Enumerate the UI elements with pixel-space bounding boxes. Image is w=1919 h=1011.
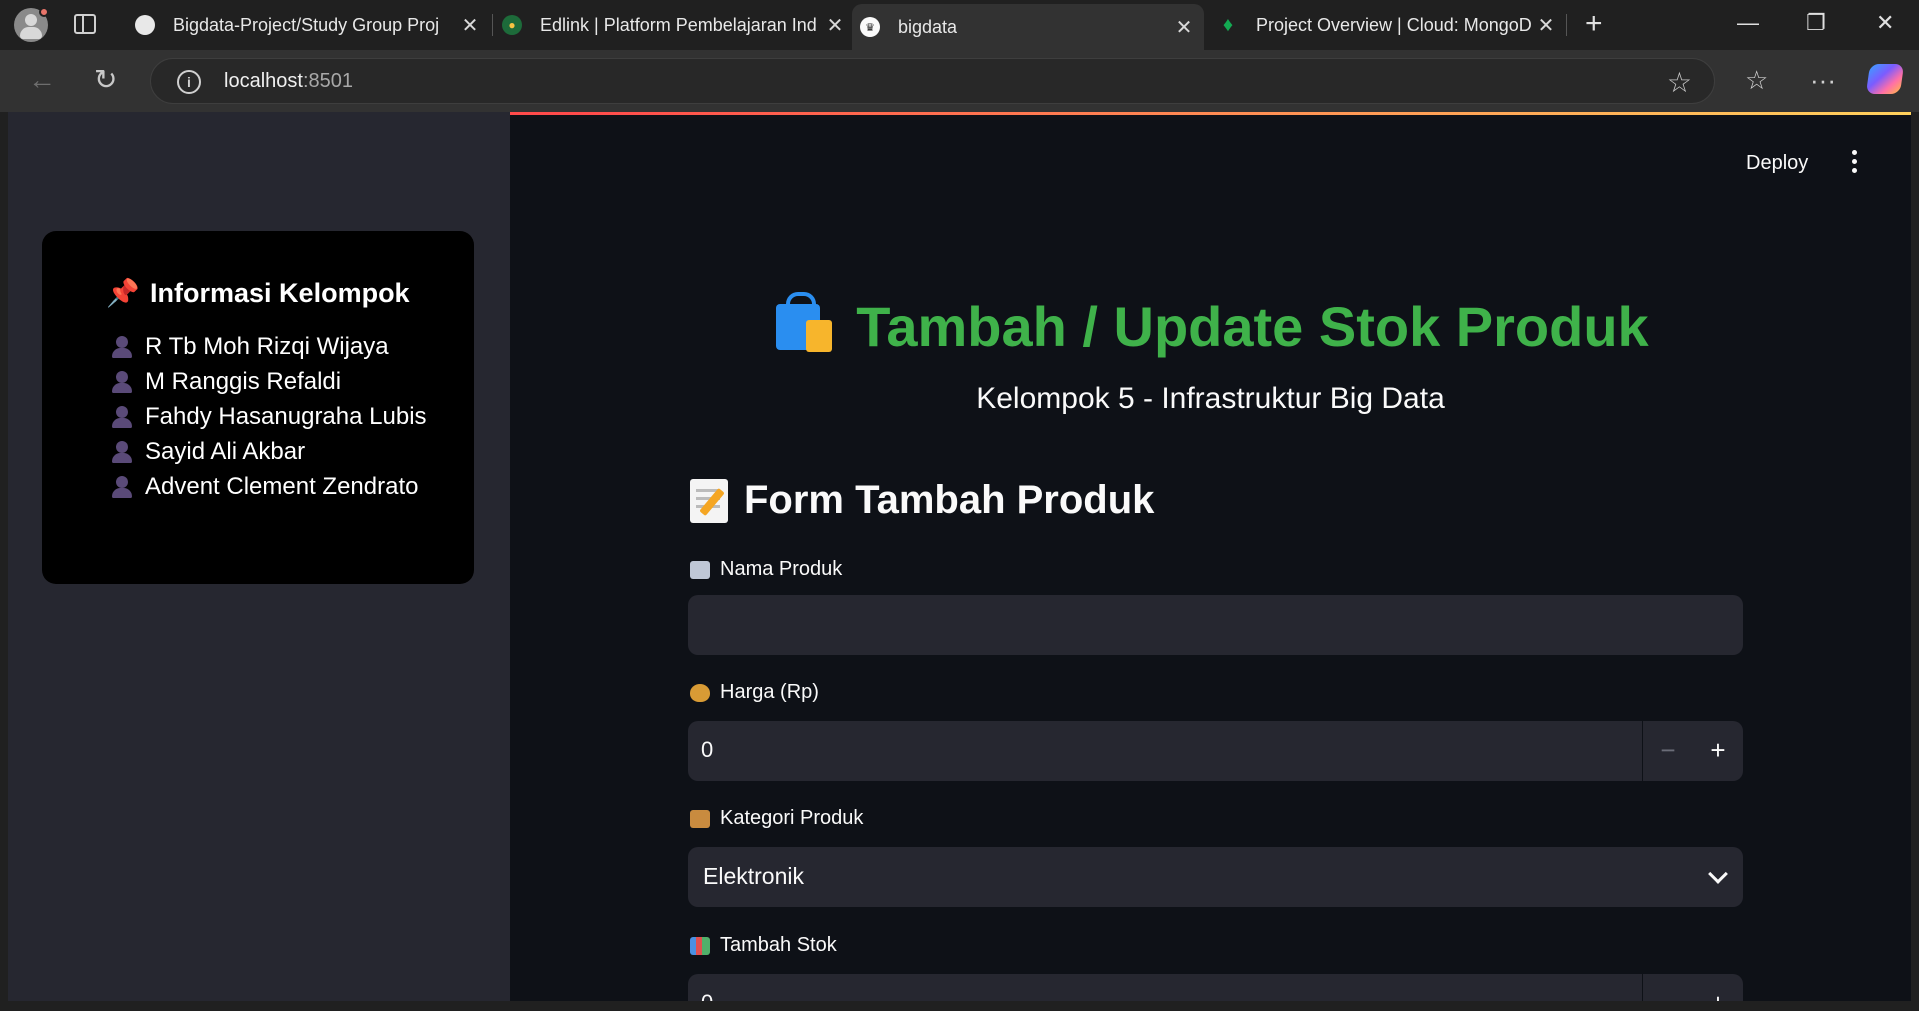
chevron-down-icon[interactable] <box>1708 864 1728 884</box>
nama-produk-input[interactable] <box>688 595 1743 655</box>
person-icon <box>111 335 133 359</box>
group-info-title: 📌 Informasi Kelompok <box>106 278 410 308</box>
reload-icon[interactable]: ↻ <box>94 64 117 96</box>
mongodb-icon: ♦ <box>1222 13 1234 36</box>
harga-decrement-button[interactable]: − <box>1643 721 1693 781</box>
package-icon <box>690 809 710 828</box>
member-item: Advent Clement Zendrato <box>111 473 418 501</box>
page-title: Tambah / Update Stok Produk <box>510 292 1911 359</box>
browser-tab-github[interactable]: Bigdata-Project/Study Group Proj ✕ <box>135 0 480 50</box>
streamlit-icon: ♛ <box>860 17 880 37</box>
person-icon <box>111 475 133 499</box>
main-menu-icon[interactable] <box>1847 150 1861 176</box>
browser-tab-strip: Bigdata-Project/Study Group Proj ✕ ● Edl… <box>0 0 1919 50</box>
tab-close-icon[interactable]: ✕ <box>1174 15 1194 40</box>
tab-actions-icon[interactable] <box>74 14 96 34</box>
stok-value[interactable]: 0 <box>701 990 713 1001</box>
harga-number-input[interactable]: 0 − + <box>688 721 1743 781</box>
browser-tab-mongodb[interactable]: ♦ Project Overview | Cloud: MongoD ✕ <box>1218 0 1556 50</box>
member-item: Sayid Ali Akbar <box>111 438 305 466</box>
site-info-icon[interactable]: i <box>177 70 201 94</box>
favorite-star-icon[interactable]: ☆ <box>1667 66 1692 99</box>
kategori-select[interactable]: Elektronik <box>688 847 1743 907</box>
tab-title: Bigdata-Project/Study Group Proj <box>173 14 440 35</box>
member-item: Fahdy Hasanugraha Lubis <box>111 403 427 431</box>
page-subtitle: Kelompok 5 - Infrastruktur Big Data <box>976 382 1445 415</box>
stok-increment-button[interactable]: + <box>1693 974 1743 1001</box>
tab-title: Project Overview | Cloud: MongoD <box>1256 14 1532 35</box>
profile-avatar-icon[interactable] <box>14 7 49 42</box>
tab-close-icon[interactable]: ✕ <box>460 13 480 38</box>
sidebar: 📌 Informasi Kelompok R Tb Moh Rizqi Wijay… <box>8 112 510 1001</box>
new-tab-plus-icon[interactable]: + <box>1585 9 1603 39</box>
tab-title: bigdata <box>898 16 958 37</box>
browser-tab-bigdata[interactable]: ♛ bigdata ✕ <box>852 4 1204 50</box>
more-options-icon[interactable]: ··· <box>1810 64 1836 96</box>
harga-value[interactable]: 0 <box>701 737 713 763</box>
tab-title: Edlink | Platform Pembelajaran Ind <box>540 14 817 35</box>
pushpin-icon: 📌 <box>106 278 141 308</box>
group-info-card: 📌 Informasi Kelompok R Tb Moh Rizqi Wijay… <box>42 231 474 584</box>
bar-chart-icon <box>690 936 710 955</box>
person-icon <box>111 370 133 394</box>
back-arrow-icon[interactable]: ← <box>28 64 56 96</box>
nama-produk-label: Nama Produk <box>690 558 842 581</box>
money-bag-icon <box>690 683 710 702</box>
browser-tab-edlink[interactable]: ● Edlink | Platform Pembelajaran Ind ✕ <box>502 0 845 50</box>
person-icon <box>111 440 133 464</box>
member-item: R Tb Moh Rizqi Wijaya <box>111 333 389 361</box>
kategori-label: Kategori Produk <box>690 807 863 830</box>
shopping-cart-icon <box>690 560 710 579</box>
github-icon <box>135 15 155 35</box>
harga-increment-button[interactable]: + <box>1693 721 1743 781</box>
person-icon <box>111 405 133 429</box>
window-bottom-edge <box>0 1001 1919 1011</box>
close-window-icon[interactable]: ✕ <box>1876 10 1894 36</box>
form-heading: Form Tambah Produk <box>690 478 1154 523</box>
minimize-icon[interactable]: — <box>1737 10 1759 36</box>
edlink-icon: ● <box>502 15 522 35</box>
browser-address-bar: ← ↻ i localhost:8501 ☆ ☆ ··· <box>0 50 1919 112</box>
deploy-button[interactable]: Deploy <box>1746 152 1808 175</box>
copilot-icon[interactable] <box>1865 64 1905 94</box>
stok-number-input[interactable]: 0 − + <box>688 974 1743 1001</box>
main-content: Deploy Tambah / Update Stok Produk Kelom… <box>510 112 1911 1001</box>
tab-close-icon[interactable]: ✕ <box>1536 13 1556 38</box>
streamlit-app: 📌 Informasi Kelompok R Tb Moh Rizqi Wijay… <box>8 112 1911 1001</box>
tab-close-icon[interactable]: ✕ <box>825 13 845 38</box>
memo-icon <box>690 478 728 523</box>
url-text[interactable]: localhost:8501 <box>224 70 353 93</box>
url-omnibox[interactable]: i localhost:8501 ☆ <box>150 58 1715 104</box>
stok-decrement-button[interactable]: − <box>1643 974 1693 1001</box>
restore-icon[interactable]: ❐ <box>1806 10 1826 36</box>
shopping-bags-icon <box>772 292 834 354</box>
kategori-selected-value: Elektronik <box>703 863 804 889</box>
tambah-stok-label: Tambah Stok <box>690 934 837 957</box>
favorites-list-icon[interactable]: ☆ <box>1745 64 1768 96</box>
harga-label: Harga (Rp) <box>690 681 819 704</box>
member-item: M Ranggis Refaldi <box>111 368 341 396</box>
